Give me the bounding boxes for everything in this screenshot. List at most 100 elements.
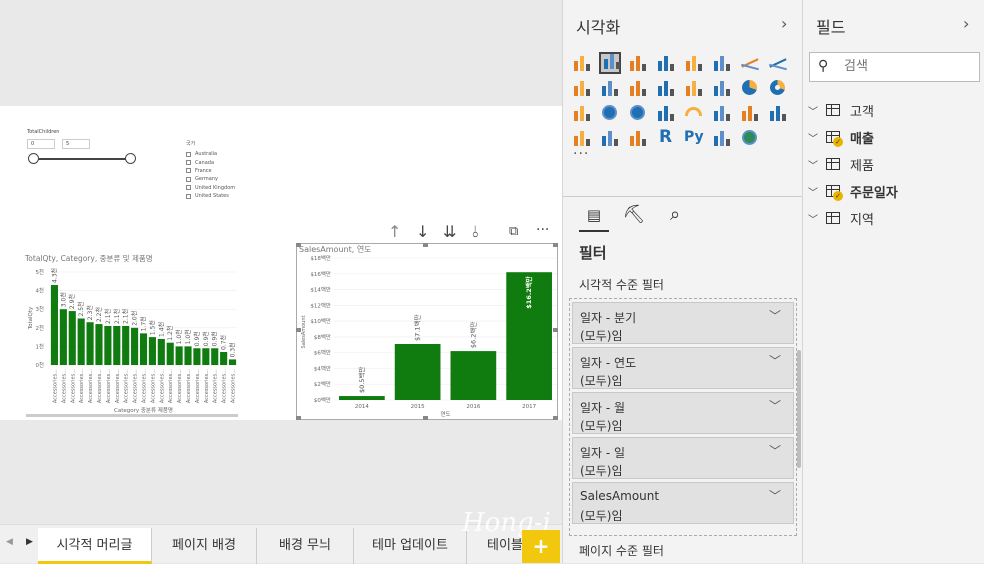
tab-visual-header[interactable]: 시각적 머리글 (38, 528, 152, 564)
resize-handle[interactable] (423, 416, 428, 420)
checkbox-icon[interactable] (186, 168, 191, 174)
filter-card[interactable]: SalesAmount (모두)임 ﹀ (572, 482, 794, 524)
chevron-down-icon[interactable]: ﹀ (808, 130, 822, 145)
tab-theme-update[interactable]: 테마 업데이트 (354, 528, 467, 564)
bar[interactable] (228, 359, 237, 365)
country-option[interactable]: Australia (186, 150, 235, 158)
tab-background-pattern[interactable]: 배경 무늬 (257, 528, 354, 564)
chevron-down-icon[interactable]: ﹀ (808, 157, 822, 172)
treemap-icon[interactable] (571, 102, 593, 124)
waterfall-icon[interactable] (683, 77, 705, 99)
country-option[interactable]: Canada (186, 158, 235, 166)
matrix-icon[interactable] (627, 127, 649, 149)
clustered-column-icon[interactable] (655, 52, 677, 74)
fields-well-icon[interactable]: ▤ (581, 206, 607, 230)
arcgis-map-icon[interactable] (739, 127, 761, 149)
country-option[interactable]: United States (186, 192, 235, 200)
fields-search-box[interactable]: ⚲ (809, 52, 980, 82)
drill-down-icon[interactable]: ↓ (416, 222, 429, 241)
multirow-card-icon[interactable] (739, 102, 761, 124)
chevron-down-icon[interactable]: ﹀ (769, 397, 781, 414)
checkbox-icon[interactable] (186, 193, 191, 199)
expand-all-down-icon[interactable]: ⇊ (443, 222, 456, 241)
country-option[interactable]: France (186, 167, 235, 175)
100-column-icon[interactable] (711, 52, 733, 74)
drill-up-icon[interactable]: ↑ (388, 222, 401, 241)
filled-map-icon[interactable] (627, 102, 649, 124)
bar[interactable] (139, 333, 148, 365)
stacked-bar-icon[interactable] (571, 52, 593, 74)
line-column-icon[interactable] (599, 77, 621, 99)
table-icon[interactable] (599, 127, 621, 149)
collapse-fields-pane-icon[interactable]: › (963, 14, 969, 33)
chevron-down-icon[interactable]: ﹀ (769, 487, 781, 504)
bar[interactable] (184, 346, 192, 365)
line-clustered-icon[interactable] (627, 77, 649, 99)
slicer-min-handle[interactable] (28, 153, 39, 164)
filter-card[interactable]: 일자 - 월 (모두)임 ﹀ (572, 392, 794, 434)
slicer-min-input[interactable]: 0 (27, 139, 55, 149)
slicer-max-handle[interactable] (125, 153, 136, 164)
stacked-column-icon[interactable] (599, 52, 621, 74)
funnel-icon[interactable] (655, 102, 677, 124)
chevron-down-icon[interactable]: ﹀ (808, 184, 822, 199)
kpi-icon[interactable] (767, 102, 789, 124)
analytics-magnifier-icon[interactable]: ⌕ (662, 204, 688, 228)
resize-handle[interactable] (553, 416, 558, 420)
focus-mode-icon[interactable]: ⧉ (509, 224, 518, 239)
tab-prev-icon[interactable]: ◀ (6, 537, 13, 547)
chevron-down-icon[interactable]: ﹀ (769, 307, 781, 324)
bar[interactable] (339, 396, 385, 400)
field-table-item[interactable]: ﹀ ✓ 주문일자 (808, 181, 898, 201)
field-table-item[interactable]: ﹀ 고객 (808, 100, 874, 120)
gauge-icon[interactable] (683, 102, 705, 124)
line-chart-icon[interactable] (739, 52, 761, 74)
bar[interactable] (202, 348, 210, 365)
bar[interactable] (86, 322, 94, 365)
resize-handle[interactable] (296, 328, 301, 332)
sales-bar-chart[interactable]: SalesAmount, 연도 $18백만 $16백만 $14백만 $12백만 $10백… (296, 240, 562, 420)
slicer-max-input[interactable]: 5 (62, 139, 90, 149)
100-bar-icon[interactable] (683, 52, 705, 74)
more-visuals-icon[interactable]: ··· (573, 146, 589, 162)
area-chart-icon[interactable] (767, 52, 789, 74)
bar[interactable] (450, 351, 497, 400)
bar[interactable] (131, 327, 139, 365)
more-options-icon[interactable]: ··· (536, 222, 549, 238)
chevron-down-icon[interactable]: ﹀ (808, 211, 822, 226)
clustered-bar-icon[interactable] (627, 52, 649, 74)
donut-chart-icon[interactable] (767, 77, 789, 99)
bar[interactable] (193, 348, 201, 365)
resize-handle[interactable] (296, 243, 301, 247)
chevron-down-icon[interactable]: ﹀ (769, 442, 781, 459)
resize-handle[interactable] (296, 416, 301, 420)
checkbox-icon[interactable] (186, 176, 191, 182)
filter-card[interactable]: 일자 - 연도 (모두)임 ﹀ (572, 347, 794, 389)
bar[interactable] (50, 285, 59, 365)
bar[interactable] (95, 324, 103, 365)
fields-search-input[interactable] (844, 59, 964, 74)
bar[interactable] (175, 346, 183, 365)
bar[interactable] (220, 351, 228, 365)
checkbox-icon[interactable] (186, 185, 191, 191)
add-page-button[interactable]: + (522, 530, 560, 563)
bar[interactable] (68, 311, 76, 365)
pie-chart-icon[interactable] (739, 77, 761, 99)
expand-hierarchy-icon[interactable]: ⫰ (472, 222, 479, 242)
bar[interactable] (157, 338, 165, 365)
field-table-item[interactable]: ﹀ 제품 (808, 154, 874, 174)
resize-handle[interactable] (423, 243, 428, 247)
chevron-down-icon[interactable]: ﹀ (808, 103, 822, 118)
format-paint-roller-icon[interactable]: ⛏ (621, 204, 647, 228)
collapse-viz-pane-icon[interactable]: › (781, 14, 787, 33)
bar[interactable] (77, 318, 85, 366)
resize-handle[interactable] (553, 328, 558, 332)
country-option[interactable]: United Kingdom (186, 184, 235, 192)
filters-scrollbar[interactable] (797, 350, 801, 468)
chart1-scrollbar[interactable] (26, 414, 238, 417)
filter-card[interactable]: 일자 - 분기 (모두)임 ﹀ (572, 302, 794, 344)
bar[interactable] (104, 325, 112, 365)
map-icon[interactable] (599, 102, 621, 124)
bar[interactable] (148, 337, 156, 365)
tab-page-background[interactable]: 페이지 배경 (152, 528, 257, 564)
